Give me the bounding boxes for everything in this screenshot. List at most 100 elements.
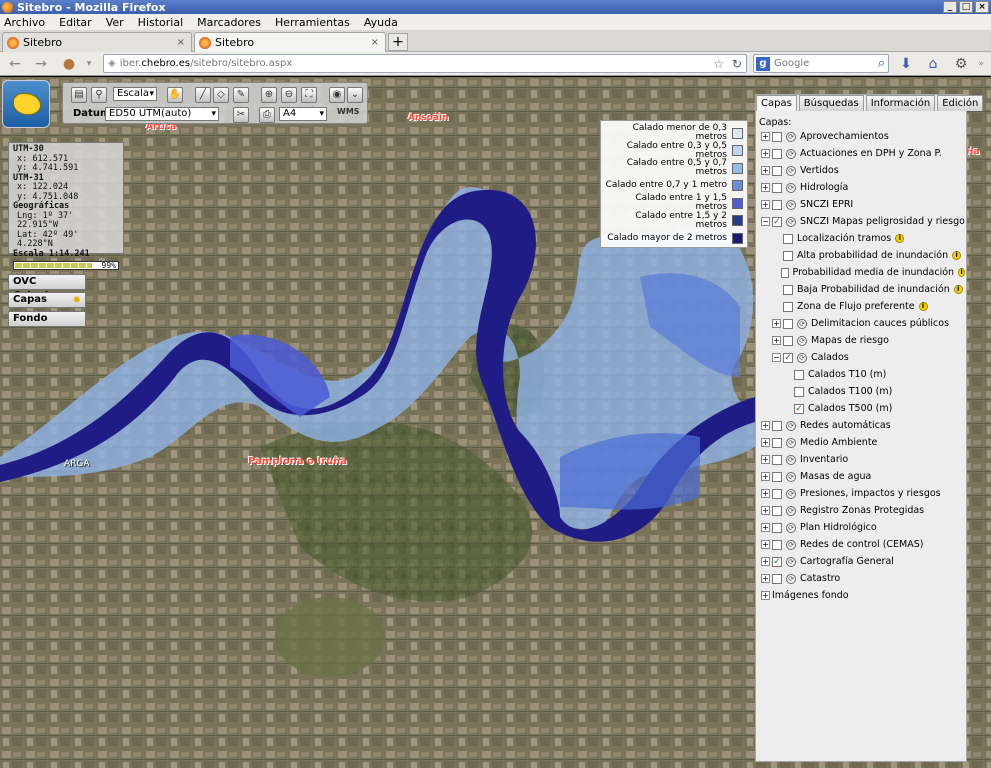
dropdown-chevron-icon[interactable]: ▾ (80, 55, 98, 73)
search-bar[interactable]: g Google ⌕ (753, 54, 889, 73)
layer-checkbox[interactable] (783, 318, 793, 329)
addon-icon[interactable]: ⚙ (952, 55, 970, 73)
menu-marcadores[interactable]: Marcadores (197, 16, 261, 29)
menu-archivo[interactable]: Archivo (4, 16, 45, 29)
layer-checkbox[interactable]: ✓ (783, 352, 793, 363)
layer-checkbox[interactable]: ✓ (794, 403, 804, 414)
downloads-icon[interactable]: ⬇ (897, 55, 915, 73)
layer-row[interactable]: Zona de Flujo preferente i (759, 298, 965, 315)
info-icon[interactable]: i (958, 268, 965, 277)
expand-icon[interactable]: + (761, 523, 770, 532)
capas-button[interactable]: Capas ✹ (8, 292, 86, 308)
layer-refresh-icon[interactable]: ⟳ (786, 131, 796, 142)
info-icon[interactable]: i (895, 234, 905, 243)
layer-row[interactable]: + ⟳ Aprovechamientos (759, 128, 965, 145)
expand-icon[interactable]: + (761, 557, 770, 566)
layer-row[interactable]: + ✓ ⟳ Cartografía General (759, 553, 965, 570)
layer-checkbox[interactable] (772, 505, 782, 516)
info-icon[interactable]: i (918, 302, 928, 311)
layer-checkbox[interactable] (772, 131, 782, 142)
layer-row[interactable]: Localización tramos i (759, 230, 965, 247)
forward-arrow-icon[interactable]: → (32, 55, 50, 73)
layer-row[interactable]: + ⟳ SNCZI EPRI (759, 196, 965, 213)
wms-button[interactable]: WMS (337, 107, 360, 116)
layer-row[interactable]: + ⟳ Medio Ambiente (759, 434, 965, 451)
layer-row[interactable]: + ⟳ Inventario (759, 451, 965, 468)
overflow-chevron-icon[interactable]: » (972, 55, 990, 73)
url-bar[interactable]: ◈ iber. chebro.es/sitebro/sitebro.aspx ☆ … (103, 54, 747, 73)
fondo-button[interactable]: Fondo (8, 311, 86, 327)
bookmark-star-icon[interactable]: ☆ (713, 57, 724, 71)
close-tab-icon[interactable]: × (371, 37, 379, 48)
measure-area-icon[interactable]: ◇ (213, 87, 229, 103)
layer-refresh-icon[interactable]: ⟳ (797, 318, 807, 329)
layer-refresh-icon[interactable]: ⟳ (786, 573, 796, 584)
expand-icon[interactable]: + (761, 489, 770, 498)
layer-checkbox[interactable] (772, 165, 782, 176)
close-window-button[interactable]: × (975, 1, 989, 13)
layer-refresh-icon[interactable]: ⟳ (797, 335, 807, 346)
layer-row[interactable]: + ⟳ Presiones, impactos y riesgos (759, 485, 965, 502)
layer-row[interactable]: + ⟳ Catastro (759, 570, 965, 587)
measure-line-icon[interactable]: ╱ (195, 87, 211, 103)
layer-checkbox[interactable] (772, 488, 782, 499)
expand-icon[interactable]: + (772, 336, 781, 345)
expand-icon[interactable]: + (761, 438, 770, 447)
expand-icon[interactable]: + (761, 421, 770, 430)
zoom-in-icon[interactable]: ⊕ (261, 87, 277, 103)
layer-row[interactable]: − ✓ ⟳ SNCZI Mapas peligrosidad y riesgo (759, 213, 965, 230)
layer-row[interactable]: + ⟳ Delimitacion cauces públicos (759, 315, 965, 332)
layer-checkbox[interactable] (772, 522, 782, 533)
tab-informacion[interactable]: Información (865, 95, 936, 111)
layer-row[interactable]: Probabilidad media de inundación i (759, 264, 965, 281)
zoom-tool-icon[interactable]: ⚲ (91, 87, 107, 103)
layer-refresh-icon[interactable]: ⟳ (786, 216, 796, 227)
pan-hand-icon[interactable]: ✋ (167, 87, 183, 103)
layer-checkbox[interactable] (772, 182, 782, 193)
layer-checkbox[interactable] (772, 199, 782, 210)
layer-row[interactable]: + ⟳ Actuaciones en DPH y Zona P. (759, 145, 965, 162)
expand-icon[interactable]: + (761, 472, 770, 481)
layer-refresh-icon[interactable]: ⟳ (786, 454, 796, 465)
layer-row[interactable]: Calados T10 (m) (759, 366, 965, 383)
layer-refresh-icon[interactable]: ⟳ (786, 165, 796, 176)
layer-refresh-icon[interactable]: ⟳ (786, 522, 796, 533)
full-extent-icon[interactable]: ⛶ (301, 87, 317, 103)
layer-checkbox[interactable] (772, 454, 782, 465)
layer-checkbox[interactable] (783, 301, 793, 312)
print-icon[interactable]: ▤ (71, 87, 87, 103)
layer-checkbox[interactable] (783, 233, 793, 244)
expand-icon[interactable]: + (772, 319, 781, 328)
ovc-catastro-button[interactable]: OVC Catastro (8, 274, 86, 301)
layer-refresh-icon[interactable]: ⟳ (786, 556, 796, 567)
history-icon[interactable]: ● (60, 55, 78, 73)
layers-icon[interactable]: ◉ (329, 87, 345, 103)
layer-refresh-icon[interactable]: ⟳ (786, 505, 796, 516)
layer-refresh-icon[interactable]: ⟳ (786, 488, 796, 499)
new-tab-button[interactable]: + (388, 33, 408, 51)
home-icon[interactable]: ⌂ (924, 55, 942, 73)
expand-icon[interactable]: + (761, 149, 770, 158)
layer-row[interactable]: + ⟳ Mapas de riesgo (759, 332, 965, 349)
expand-icon[interactable]: + (761, 540, 770, 549)
layer-refresh-icon[interactable]: ⟳ (786, 420, 796, 431)
back-arrow-icon[interactable]: ← (6, 55, 24, 73)
layer-row[interactable]: Alta probabilidad de inundación i (759, 247, 965, 264)
draw-icon[interactable]: ✎ (233, 87, 249, 103)
search-icon[interactable]: ⌕ (878, 56, 885, 71)
layer-refresh-icon[interactable]: ⟳ (786, 437, 796, 448)
layer-refresh-icon[interactable]: ⟳ (786, 471, 796, 482)
layer-row[interactable]: + ⟳ Hidrología (759, 179, 965, 196)
layer-checkbox[interactable] (780, 267, 789, 278)
layer-checkbox[interactable] (772, 437, 782, 448)
layer-checkbox[interactable] (772, 573, 782, 584)
menu-herramientas[interactable]: Herramientas (275, 16, 350, 29)
layer-row[interactable]: − ✓ ⟳ Calados (759, 349, 965, 366)
layer-row[interactable]: Baja Probabilidad de inundación i (759, 281, 965, 298)
reload-icon[interactable]: ↻ (732, 57, 742, 71)
layer-checkbox[interactable] (772, 471, 782, 482)
expand-icon[interactable]: + (761, 183, 770, 192)
menu-ver[interactable]: Ver (106, 16, 124, 29)
layer-checkbox[interactable]: ✓ (772, 216, 782, 227)
browser-tab-2[interactable]: Sitebro × (194, 32, 386, 52)
